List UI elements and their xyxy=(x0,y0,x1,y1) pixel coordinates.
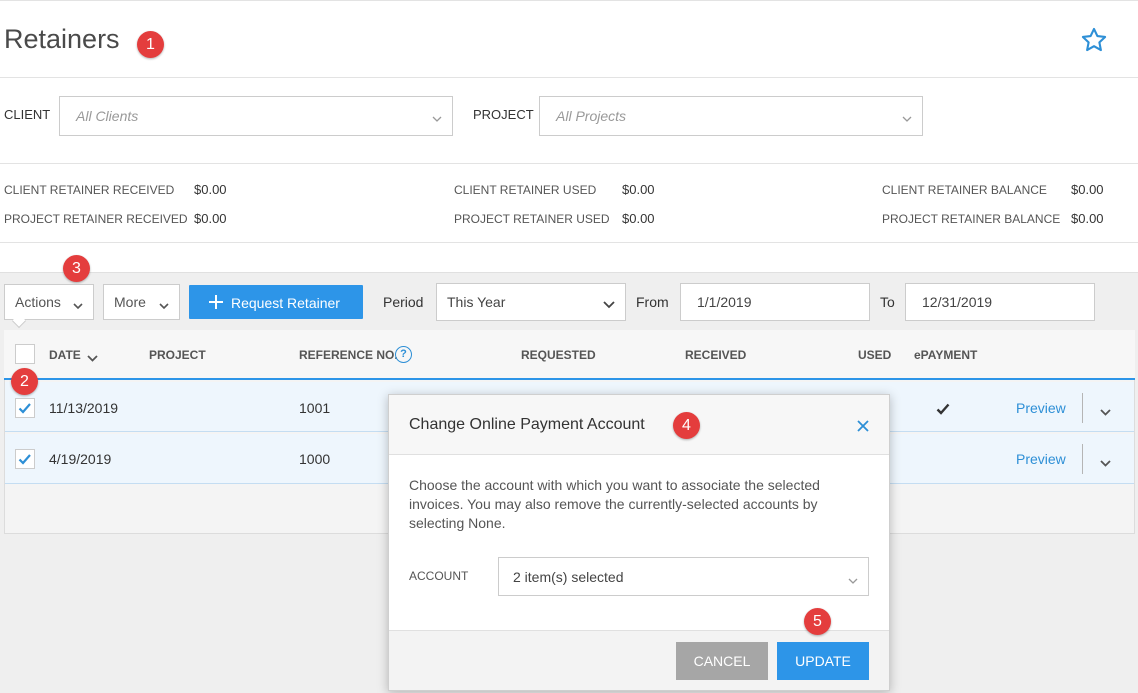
favorite-star-icon[interactable] xyxy=(1080,26,1108,59)
checkmark-icon xyxy=(18,403,31,414)
client-retainer-used-value: $0.00 xyxy=(622,182,655,197)
more-label: More xyxy=(114,294,146,310)
annotation-badge-4: 4 xyxy=(673,412,700,439)
period-value: This Year xyxy=(447,294,506,310)
column-used: USED xyxy=(858,348,892,362)
account-select[interactable]: 2 item(s) selected xyxy=(498,557,869,596)
project-retainer-used-value: $0.00 xyxy=(622,211,655,226)
summary-panel xyxy=(0,164,1138,243)
epayment-check-icon xyxy=(936,402,950,420)
page-header xyxy=(0,0,1138,78)
modal-title: Change Online Payment Account xyxy=(409,416,645,433)
chevron-down-icon xyxy=(603,297,615,313)
update-button[interactable]: UPDATE xyxy=(777,642,869,680)
client-retainer-received-value: $0.00 xyxy=(194,182,227,197)
modal-description: Choose the account with which you want t… xyxy=(409,477,820,531)
project-label: PROJECT xyxy=(473,107,534,122)
account-label: ACCOUNT xyxy=(409,569,469,583)
more-dropdown-button[interactable]: More xyxy=(103,284,180,320)
row-checkbox[interactable] xyxy=(15,449,35,469)
period-label: Period xyxy=(383,294,424,310)
help-icon[interactable]: ? xyxy=(395,346,412,363)
account-value: 2 item(s) selected xyxy=(513,569,624,585)
column-epayment: ePAYMENT xyxy=(914,348,978,362)
to-date-input[interactable]: 12/31/2019 xyxy=(905,283,1095,321)
divider xyxy=(1082,393,1083,423)
select-all-checkbox[interactable] xyxy=(15,344,35,364)
request-retainer-button[interactable]: Request Retainer xyxy=(189,285,363,319)
to-date-value: 12/31/2019 xyxy=(922,294,993,310)
column-project: PROJECT xyxy=(149,348,206,362)
from-date-input[interactable]: 1/1/2019 xyxy=(680,283,870,321)
sort-chevron-icon[interactable] xyxy=(87,350,98,368)
chevron-down-icon xyxy=(73,298,83,314)
row-checkbox[interactable] xyxy=(15,398,35,418)
chevron-down-icon xyxy=(159,298,169,314)
row-date: 11/13/2019 xyxy=(49,400,119,416)
client-retainer-received-label: CLIENT RETAINER RECEIVED xyxy=(4,183,175,197)
column-received: RECEIVED xyxy=(685,348,747,362)
project-select[interactable]: All Projects xyxy=(539,96,923,136)
project-placeholder: All Projects xyxy=(556,108,627,124)
row-menu-chevron-icon[interactable] xyxy=(1100,404,1111,422)
client-placeholder: All Clients xyxy=(76,108,139,124)
preview-link[interactable]: Preview xyxy=(1016,400,1066,416)
divider xyxy=(1082,444,1083,474)
client-retainer-used-label: CLIENT RETAINER USED xyxy=(454,183,597,197)
chevron-down-icon xyxy=(432,111,442,129)
column-requested: REQUESTED xyxy=(521,348,596,362)
cancel-button[interactable]: CANCEL xyxy=(676,642,768,680)
request-retainer-label: Request Retainer xyxy=(231,295,340,311)
actions-label: Actions xyxy=(15,294,61,310)
chevron-down-icon xyxy=(848,573,858,589)
from-date-value: 1/1/2019 xyxy=(697,294,752,310)
annotation-badge-1: 1 xyxy=(137,31,164,58)
project-retainer-balance-label: PROJECT RETAINER BALANCE xyxy=(882,212,1061,226)
checkmark-icon xyxy=(18,454,31,465)
page-title: Retainers xyxy=(4,24,120,54)
client-retainer-balance-value: $0.00 xyxy=(1071,182,1104,197)
annotation-badge-5: 5 xyxy=(804,608,831,635)
column-reference: REFERENCE NO. xyxy=(299,348,398,362)
annotation-badge-3: 3 xyxy=(63,255,90,282)
annotation-badge-2: 2 xyxy=(11,368,38,395)
row-reference: 1000 xyxy=(299,451,331,467)
client-select[interactable]: All Clients xyxy=(59,96,453,136)
project-retainer-balance-value: $0.00 xyxy=(1071,211,1104,226)
client-retainer-balance-label: CLIENT RETAINER BALANCE xyxy=(882,183,1047,197)
project-retainer-used-label: PROJECT RETAINER USED xyxy=(454,212,610,226)
to-label: To xyxy=(880,294,895,310)
preview-link[interactable]: Preview xyxy=(1016,451,1066,467)
project-retainer-received-label: PROJECT RETAINER RECEIVED xyxy=(4,212,188,226)
client-label: CLIENT xyxy=(4,107,51,122)
plus-icon xyxy=(208,294,224,313)
period-select[interactable]: This Year xyxy=(436,283,626,321)
chevron-down-icon xyxy=(902,111,912,129)
row-date: 4/19/2019 xyxy=(49,451,112,467)
close-icon[interactable] xyxy=(856,419,870,438)
project-retainer-received-value: $0.00 xyxy=(194,211,227,226)
column-date[interactable]: DATE xyxy=(49,348,81,362)
row-reference: 1001 xyxy=(299,400,331,416)
row-menu-chevron-icon[interactable] xyxy=(1100,455,1111,473)
from-label: From xyxy=(636,294,669,310)
